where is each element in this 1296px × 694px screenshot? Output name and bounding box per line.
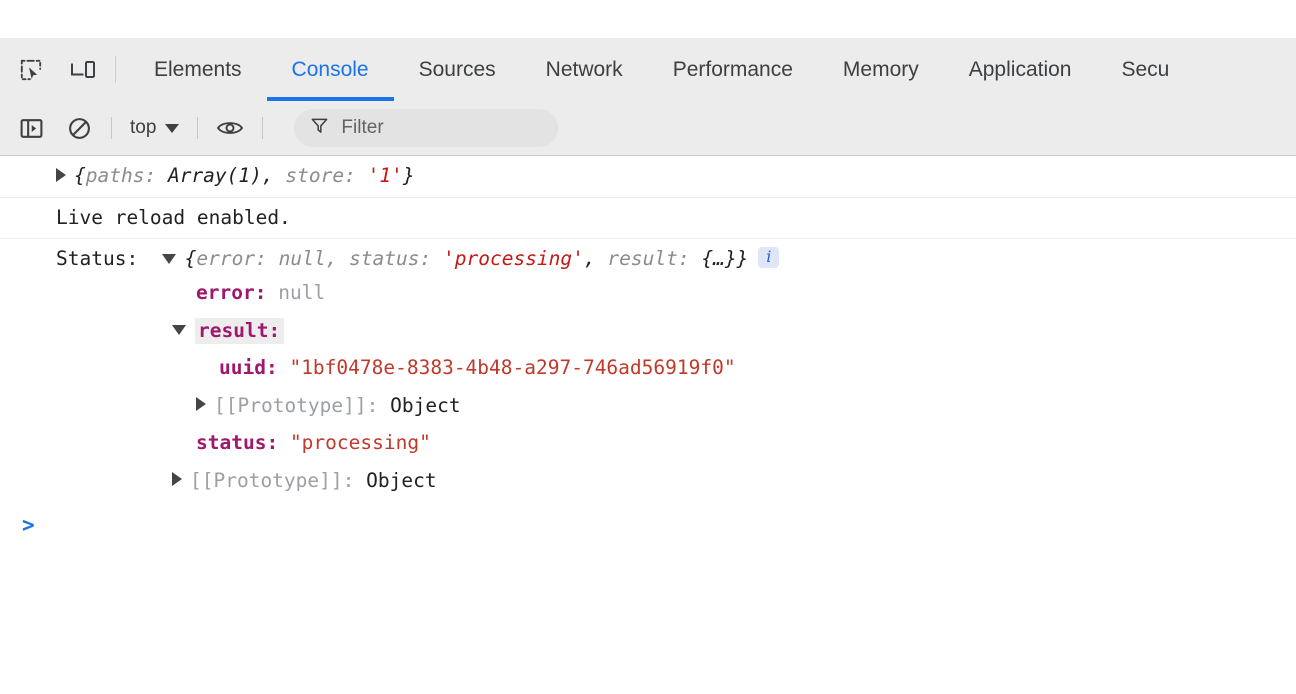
preview-key-paths: paths: bbox=[86, 164, 156, 187]
live-expression-eye-icon[interactable] bbox=[212, 110, 248, 146]
property-name-prototype-outer: [[Prototype]]: bbox=[190, 469, 354, 492]
execution-context-selector[interactable]: top bbox=[126, 117, 183, 139]
collapse-arrow-result-icon[interactable] bbox=[172, 325, 186, 335]
property-name-prototype-inner: [[Prototype]]: bbox=[214, 394, 378, 417]
execution-context-label: top bbox=[130, 117, 156, 139]
status-value-status: 'processing' bbox=[443, 247, 584, 270]
object-row-prototype-inner[interactable]: [[Prototype]]: Object bbox=[0, 387, 1296, 425]
toolbar-divider-3 bbox=[262, 117, 263, 139]
clear-console-icon[interactable] bbox=[61, 110, 97, 146]
preview-close-brace: } bbox=[403, 164, 415, 187]
status-value-result: {…} bbox=[701, 247, 736, 270]
tab-network[interactable]: Network bbox=[521, 38, 648, 101]
info-badge-icon[interactable]: i bbox=[758, 247, 779, 268]
object-row-uuid[interactable]: uuid: "1bf0478e-8383-4b48-a297-746ad5691… bbox=[0, 349, 1296, 387]
devtools-tool-icons bbox=[0, 38, 101, 101]
tab-memory[interactable]: Memory bbox=[818, 38, 944, 101]
property-value-status: "processing" bbox=[290, 431, 431, 454]
object-row-result[interactable]: result: bbox=[0, 312, 1296, 350]
status-label: Status: bbox=[56, 247, 138, 270]
console-filter-box[interactable]: Filter bbox=[294, 109, 558, 147]
status-key-status: status: bbox=[349, 247, 431, 270]
tab-application[interactable]: Application bbox=[944, 38, 1097, 101]
expand-arrow-icon[interactable] bbox=[56, 168, 66, 182]
inspect-element-icon[interactable] bbox=[13, 52, 49, 88]
object-row-error[interactable]: error: null bbox=[0, 274, 1296, 312]
console-sidebar-toggle-icon[interactable] bbox=[13, 110, 49, 146]
tabbar-divider bbox=[115, 56, 116, 83]
property-value-uuid: "1bf0478e-8383-4b48-a297-746ad56919f0" bbox=[289, 356, 735, 379]
filter-placeholder: Filter bbox=[341, 117, 383, 139]
status-close-brace: } bbox=[737, 247, 749, 270]
devtools-tabbar: Elements Console Sources Network Perform… bbox=[0, 38, 1296, 101]
property-value-prototype-inner: Object bbox=[390, 394, 460, 417]
device-toolbar-icon[interactable] bbox=[65, 52, 101, 88]
console-message-live-reload[interactable]: Live reload enabled. bbox=[0, 198, 1296, 240]
console-message-status[interactable]: Status: {error: null, status: 'processin… bbox=[0, 239, 1296, 274]
expand-arrow-prototype-inner-icon[interactable] bbox=[196, 397, 206, 411]
property-name-uuid: uuid: bbox=[219, 356, 278, 379]
console-toolbar: top Filter bbox=[0, 101, 1296, 156]
tab-sources[interactable]: Sources bbox=[394, 38, 521, 101]
console-message-list: {paths: Array(1), store: '1'} Live reloa… bbox=[0, 156, 1296, 694]
toolbar-divider-1 bbox=[111, 117, 112, 139]
property-value-error: null bbox=[278, 281, 325, 304]
tab-performance[interactable]: Performance bbox=[648, 38, 818, 101]
expand-arrow-prototype-outer-icon[interactable] bbox=[172, 472, 182, 486]
tab-security[interactable]: Secu bbox=[1096, 38, 1194, 101]
preview-value-store: '1' bbox=[368, 164, 403, 187]
property-name-error: error: bbox=[196, 281, 266, 304]
tab-elements[interactable]: Elements bbox=[129, 38, 267, 101]
status-open-brace: { bbox=[185, 247, 197, 270]
devtools-tab-list: Elements Console Sources Network Perform… bbox=[129, 38, 1296, 101]
prompt-chevron-icon: > bbox=[22, 513, 35, 537]
status-key-result: result: bbox=[607, 247, 689, 270]
status-comma: , bbox=[584, 247, 596, 270]
chevron-down-icon bbox=[165, 124, 179, 133]
log-text: Live reload enabled. bbox=[56, 206, 291, 229]
filter-icon bbox=[310, 116, 329, 140]
object-row-prototype-outer[interactable]: [[Prototype]]: Object bbox=[0, 462, 1296, 500]
status-value-error: null, bbox=[279, 247, 338, 270]
tab-console[interactable]: Console bbox=[267, 38, 394, 101]
console-prompt[interactable]: > bbox=[0, 499, 1296, 536]
devtools-panel: Elements Console Sources Network Perform… bbox=[0, 38, 1296, 694]
property-name-result: result: bbox=[195, 318, 284, 344]
toolbar-divider-2 bbox=[197, 117, 198, 139]
property-value-prototype-outer: Object bbox=[366, 469, 436, 492]
preview-open-brace: { bbox=[74, 164, 86, 187]
console-message-object-preview[interactable]: {paths: Array(1), store: '1'} bbox=[0, 156, 1296, 198]
property-name-status: status: bbox=[196, 431, 278, 454]
object-row-status[interactable]: status: "processing" bbox=[0, 424, 1296, 462]
preview-value-paths: Array(1), bbox=[168, 164, 274, 187]
status-key-error: error: bbox=[196, 247, 266, 270]
preview-key-store: store: bbox=[285, 164, 355, 187]
collapse-arrow-icon[interactable] bbox=[162, 254, 176, 264]
